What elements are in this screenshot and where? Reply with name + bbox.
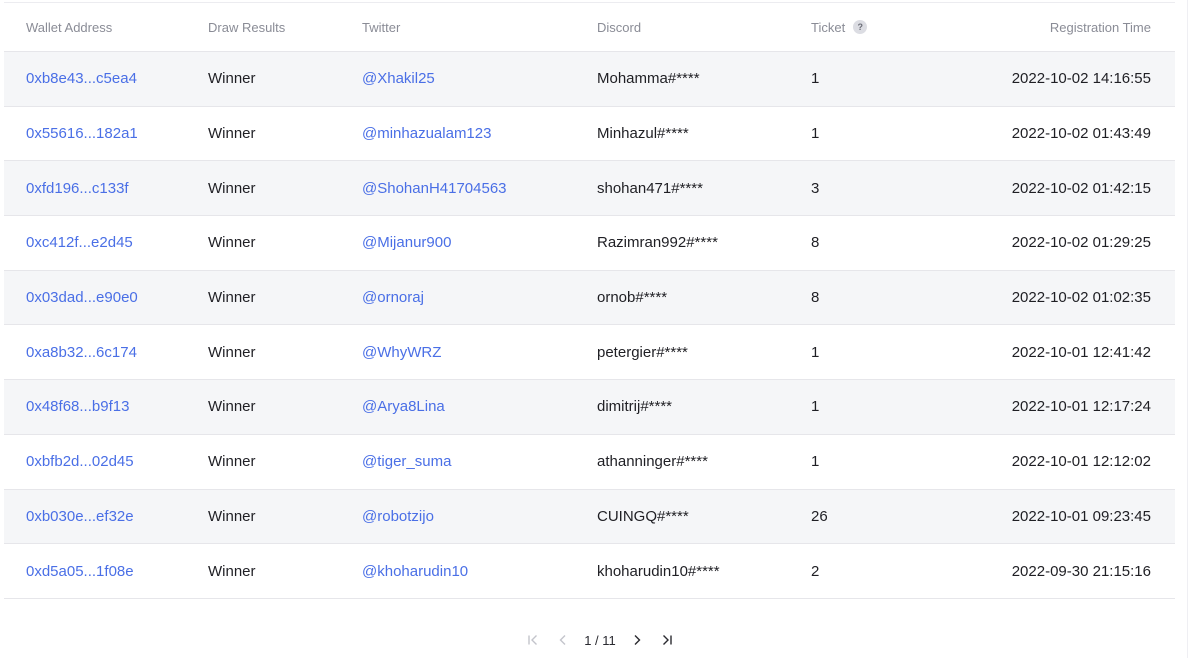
twitter-handle-link[interactable]: @robotzijo bbox=[362, 508, 597, 525]
registration-time: 2022-10-02 01:42:15 bbox=[1011, 179, 1151, 197]
registration-time: 2022-10-01 12:17:24 bbox=[1011, 398, 1151, 416]
wallet-address-link[interactable]: 0xb030e...ef32e bbox=[4, 508, 208, 525]
registration-time: 2022-10-02 01:43:49 bbox=[1011, 125, 1151, 143]
twitter-handle-link[interactable]: @khoharudin10 bbox=[362, 563, 597, 580]
ticket-count: 3 bbox=[811, 179, 820, 197]
twitter-handle-link[interactable]: @Mijanur900 bbox=[362, 234, 597, 251]
twitter-handle-link[interactable]: @ShohanH41704563 bbox=[362, 180, 597, 197]
table-body: 0xb8e43...c5ea4 Winner @Xhakil25 Mohamma#**… bbox=[4, 52, 1175, 599]
twitter-handle-link[interactable]: @minhazualam123 bbox=[362, 125, 597, 142]
table-row: 0x48f68...b9f13 Winner @Arya8Lina dimitrij#… bbox=[4, 380, 1175, 435]
draw-result: Winner bbox=[208, 234, 256, 252]
draw-result: Winner bbox=[208, 125, 256, 143]
ticket-count: 1 bbox=[811, 343, 820, 361]
draw-result: Winner bbox=[208, 70, 256, 88]
page-indicator: 1 / 11 bbox=[584, 632, 616, 648]
table-row: 0xa8b32...6c174 Winner @WhyWRZ petergier#**… bbox=[4, 325, 1175, 381]
header-ticket-label: Ticket bbox=[811, 19, 846, 35]
draw-result: Winner bbox=[208, 289, 256, 307]
ticket-count: 2 bbox=[811, 562, 820, 580]
discord-name: shohan471#**** bbox=[597, 179, 703, 197]
wallet-address-link[interactable]: 0x48f68...b9f13 bbox=[4, 398, 208, 415]
discord-name: petergier#**** bbox=[597, 343, 688, 361]
ticket-count: 1 bbox=[811, 453, 820, 471]
registration-time: 2022-10-01 09:23:45 bbox=[1011, 507, 1151, 525]
registration-time: 2022-09-30 21:15:16 bbox=[1011, 562, 1151, 580]
header-ticket: Ticket ? bbox=[811, 20, 931, 35]
wallet-address-link[interactable]: 0xd5a05...1f08e bbox=[4, 563, 208, 580]
ticket-count: 26 bbox=[811, 507, 828, 525]
ticket-count: 1 bbox=[811, 125, 820, 143]
ticket-count: 1 bbox=[811, 70, 820, 88]
twitter-handle-link[interactable]: @tiger_suma bbox=[362, 453, 597, 470]
wallet-address-link[interactable]: 0x03dad...e90e0 bbox=[4, 289, 208, 306]
table-row: 0xb030e...ef32e Winner @robotzijo CUINGQ#**… bbox=[4, 489, 1175, 545]
header-registration-time: Registration Time bbox=[1049, 19, 1151, 35]
winners-table: Wallet Address Draw Results Twitter Disc… bbox=[4, 3, 1175, 599]
wallet-address-link[interactable]: 0xfd196...c133f bbox=[4, 180, 208, 197]
registration-time: 2022-10-02 14:16:55 bbox=[1011, 70, 1151, 88]
table-row: 0xb8e43...c5ea4 Winner @Xhakil25 Mohamma#**… bbox=[4, 52, 1175, 107]
twitter-handle-link[interactable]: @WhyWRZ bbox=[362, 344, 597, 361]
registration-time: 2022-10-01 12:12:02 bbox=[1011, 453, 1151, 471]
right-edge bbox=[1187, 0, 1200, 658]
draw-result: Winner bbox=[208, 179, 256, 197]
draw-result: Winner bbox=[208, 398, 256, 416]
ticket-count: 1 bbox=[811, 398, 820, 416]
wallet-address-link[interactable]: 0xc412f...e2d45 bbox=[4, 234, 208, 251]
registration-time: 2022-10-01 12:41:42 bbox=[1011, 343, 1151, 361]
header-draw-results: Draw Results bbox=[208, 19, 286, 35]
draw-result: Winner bbox=[208, 453, 256, 471]
wallet-address-link[interactable]: 0xb8e43...c5ea4 bbox=[4, 70, 208, 87]
table-row: 0xc412f...e2d45 Winner @Mijanur900 Razimran… bbox=[4, 216, 1175, 271]
ticket-count: 8 bbox=[811, 234, 820, 252]
header-discord: Discord bbox=[597, 19, 642, 35]
header-wallet-address: Wallet Address bbox=[26, 19, 113, 35]
table-row: 0xd5a05...1f08e Winner @khoharudin10 khohar… bbox=[4, 544, 1175, 599]
twitter-handle-link[interactable]: @Xhakil25 bbox=[362, 70, 597, 87]
table-row: 0x55616...182a1 Winner @minhazualam123 Minh… bbox=[4, 107, 1175, 162]
twitter-handle-link[interactable]: @Arya8Lina bbox=[362, 398, 597, 415]
twitter-handle-link[interactable]: @ornoraj bbox=[362, 289, 597, 306]
prev-page-icon[interactable] bbox=[550, 628, 576, 652]
first-page-icon[interactable] bbox=[520, 628, 546, 652]
discord-name: Mohamma#**** bbox=[597, 70, 700, 88]
discord-name: dimitrij#**** bbox=[597, 398, 673, 416]
ticket-count: 8 bbox=[811, 289, 820, 307]
wallet-address-link[interactable]: 0xbfb2d...02d45 bbox=[4, 453, 208, 470]
registration-list-panel: Wallet Address Draw Results Twitter Disc… bbox=[0, 0, 1200, 658]
registration-time: 2022-10-02 01:29:25 bbox=[1011, 234, 1151, 252]
discord-name: athanninger#**** bbox=[597, 453, 708, 471]
draw-result: Winner bbox=[208, 343, 256, 361]
table-row: 0xfd196...c133f Winner @ShohanH41704563 sho… bbox=[4, 161, 1175, 217]
wallet-address-link[interactable]: 0xa8b32...6c174 bbox=[4, 344, 208, 361]
pagination: 1 / 11 bbox=[0, 628, 1200, 652]
next-page-icon[interactable] bbox=[624, 628, 650, 652]
help-icon[interactable]: ? bbox=[853, 20, 868, 34]
discord-name: CUINGQ#**** bbox=[597, 507, 689, 525]
wallet-address-link[interactable]: 0x55616...182a1 bbox=[4, 125, 208, 142]
table-row: 0x03dad...e90e0 Winner @ornoraj ornob#**** 8… bbox=[4, 270, 1175, 326]
table-header: Wallet Address Draw Results Twitter Disc… bbox=[4, 3, 1175, 52]
last-page-icon[interactable] bbox=[654, 628, 680, 652]
header-twitter: Twitter bbox=[362, 19, 401, 35]
discord-name: Minhazul#**** bbox=[597, 125, 689, 143]
table-row: 0xbfb2d...02d45 Winner @tiger_suma athannin… bbox=[4, 435, 1175, 490]
discord-name: khoharudin10#**** bbox=[597, 562, 720, 580]
discord-name: Razimran992#**** bbox=[597, 234, 718, 252]
discord-name: ornob#**** bbox=[597, 289, 668, 307]
draw-result: Winner bbox=[208, 562, 256, 580]
registration-time: 2022-10-02 01:02:35 bbox=[1011, 289, 1151, 307]
draw-result: Winner bbox=[208, 507, 256, 525]
